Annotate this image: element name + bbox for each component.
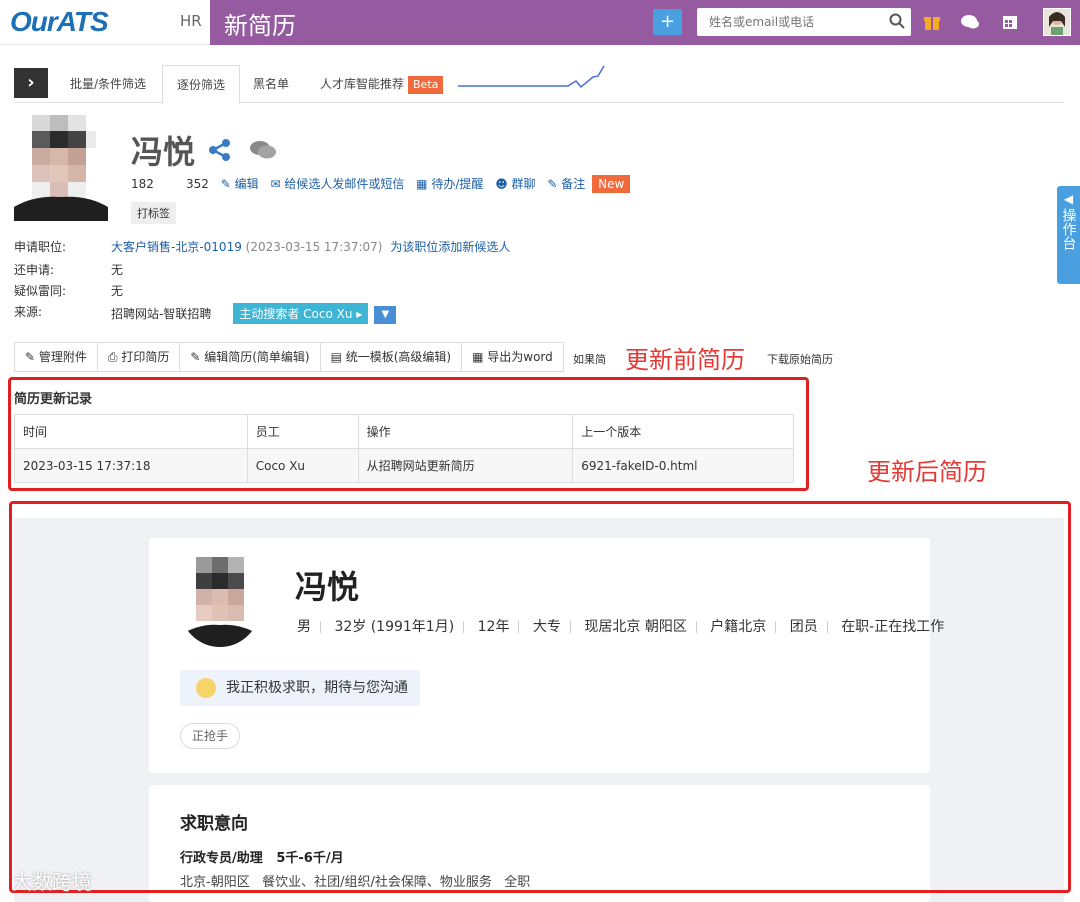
if-resume-text: 如果简 [573, 353, 606, 366]
todo-link[interactable]: ▦ 待办/提醒 [416, 177, 483, 191]
watermark-logo: 大数跨境 [12, 870, 92, 894]
duplicate-label: 疑似雷同: [14, 284, 67, 298]
calendar-icon[interactable] [999, 11, 1021, 33]
page-title: 新简历 [224, 12, 296, 40]
duplicate-value: 无 [111, 284, 124, 298]
activity-sparkline [458, 65, 605, 89]
new-badge: New [592, 175, 631, 193]
chevron-down-icon[interactable]: ▼ [374, 305, 397, 324]
print-label: 打印简历 [121, 350, 170, 364]
position-time: (2023-03-15 17:37:07) [245, 240, 383, 254]
tab-single-filter[interactable]: 逐份筛选 [162, 65, 241, 104]
console-side-tab[interactable]: ◀ 操作台 [1057, 186, 1080, 284]
stat-2: 352 [186, 177, 209, 191]
group-chat-label: 群聊 [511, 177, 536, 191]
add-button[interactable]: + [653, 9, 682, 35]
also-label: 还申请: [14, 263, 55, 277]
edit-simple-button[interactable]: ✎ 编辑简历(简单编辑) [180, 343, 321, 371]
template-button[interactable]: ▤ 统一模板(高级编辑) [321, 343, 463, 371]
app-logo[interactable]: OurATS [10, 6, 109, 38]
tab-talent-recommend-label: 人才库智能推荐 [320, 77, 405, 91]
beta-badge: Beta [408, 76, 444, 94]
source-label: 来源: [14, 305, 43, 319]
manage-attachments-label: 管理附件 [38, 350, 87, 364]
search-icon[interactable] [889, 13, 905, 29]
chevron-right-icon[interactable]: › [14, 68, 48, 98]
edit-simple-label: 编辑简历(简单编辑) [204, 350, 310, 364]
send-mail-label: 给候选人发邮件或短信 [284, 177, 405, 191]
search-input[interactable] [697, 8, 877, 36]
candidate-meta: 182 352 ✎ 编辑 ✉ 给候选人发邮件或短信 ▦ 待办/提醒 ☻ 群聊 ✎ … [131, 175, 631, 193]
header-bar: 新简历 + [210, 0, 1080, 45]
export-word-label: 导出为word [487, 350, 553, 364]
tab-batch-filter[interactable]: 批量/条件筛选 [56, 65, 160, 103]
arrow-left-icon: ◀ [1063, 192, 1074, 206]
role-label: HR [180, 12, 202, 30]
source-owner-label: 主动搜索者 Coco Xu [239, 307, 353, 321]
resume-toolbar: ✎ 管理附件 ⎙ 打印简历 ✎ 编辑简历(简单编辑) ▤ 统一模板(高级编辑) … [14, 342, 564, 372]
before-update-label: 更新前简历 [621, 340, 749, 375]
send-mail-link[interactable]: ✉ 给候选人发邮件或短信 [270, 177, 404, 191]
add-candidate-link[interactable]: 为该职位添加新候选人 [390, 240, 510, 254]
source-value-row: 招聘网站-智联招聘 主动搜索者 Coco Xu ▸ ▼ [111, 303, 397, 324]
edit-link[interactable]: ✎ 编辑 [221, 177, 259, 191]
chat-icon[interactable] [959, 11, 981, 33]
console-label: 操作台 [1060, 208, 1077, 250]
also-value: 无 [111, 263, 124, 277]
print-button[interactable]: ⎙ 打印简历 [98, 343, 181, 371]
position-link[interactable]: 大客户销售-北京-01019 [111, 240, 242, 254]
group-chat-link[interactable]: ☻ 群聊 [495, 177, 535, 191]
tab-blacklist[interactable]: 黑名单 [239, 65, 303, 103]
source-value: 招聘网站-智联招聘 [111, 307, 212, 321]
candidate-name: 冯悦 [131, 133, 196, 171]
source-owner-button[interactable]: 主动搜索者 Coco Xu ▸ [233, 303, 369, 324]
candidate-photo [14, 115, 108, 221]
tab-talent-recommend[interactable]: 人才库智能推荐 Beta [306, 65, 457, 103]
edit-link-label: 编辑 [234, 177, 259, 191]
before-highlight-box [8, 377, 809, 491]
export-word-button[interactable]: ▦ 导出为word [462, 343, 563, 371]
add-tag-button[interactable]: 打标签 [131, 202, 176, 224]
gift-icon[interactable] [921, 11, 943, 33]
position-label: 申请职位: [14, 240, 67, 254]
template-label: 统一模板(高级编辑) [345, 350, 452, 364]
share-icon[interactable] [208, 138, 232, 162]
note-label: 备注 [561, 177, 586, 191]
note-link[interactable]: ✎ 备注 [547, 177, 585, 191]
manage-attachments-button[interactable]: ✎ 管理附件 [15, 343, 98, 371]
todo-label: 待办/提醒 [431, 177, 484, 191]
after-update-label: 更新后简历 [867, 458, 987, 486]
comments-icon[interactable] [249, 139, 277, 161]
download-original-link[interactable]: 下载原始简历 [767, 351, 833, 367]
top-bar: OurATS HR 新简历 + [0, 0, 1080, 45]
plus-icon: + [659, 11, 676, 32]
stat-1: 182 [131, 177, 154, 191]
after-highlight-box [9, 501, 1071, 893]
user-avatar[interactable] [1043, 8, 1071, 36]
position-value-row: 大客户销售-北京-01019 (2023-03-15 17:37:07) 为该职… [111, 238, 510, 255]
search-box [697, 8, 911, 36]
